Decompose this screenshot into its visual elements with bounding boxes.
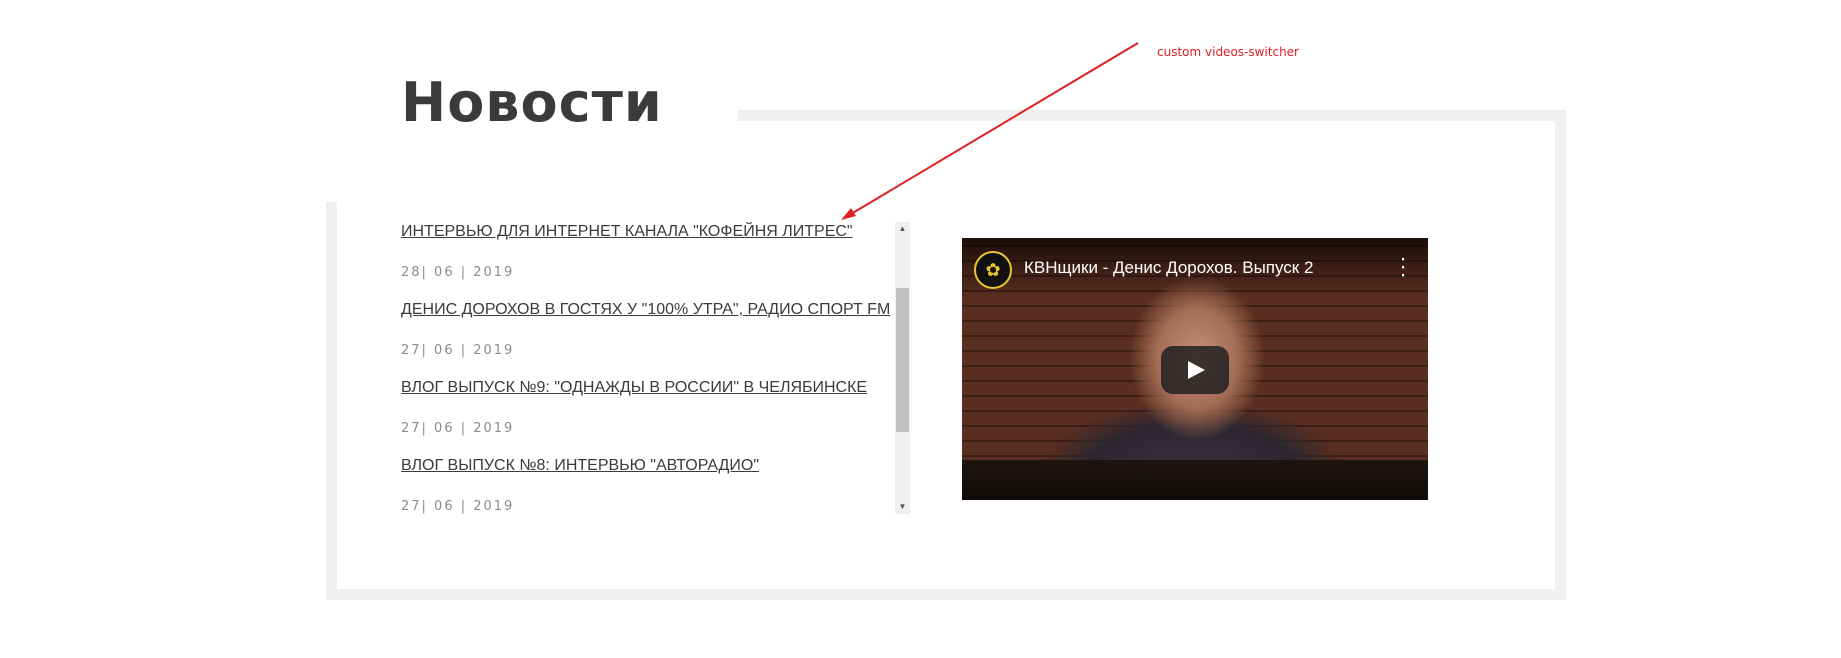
scroll-up-arrow-icon[interactable]: ▲ <box>895 222 910 236</box>
annotation-label: custom videos-switcher <box>1157 45 1299 59</box>
news-link[interactable]: ВЛОГ ВЫПУСК №9: "ОДНАЖДЫ В РОССИИ" В ЧЕЛ… <box>401 378 901 398</box>
video-table-foreground <box>962 460 1428 500</box>
scroll-thumb[interactable] <box>896 288 909 432</box>
list-item: ВЛОГ ВЫПУСК №8: ИНТЕРВЬЮ "АВТОРАДИО" 27|… <box>401 456 901 514</box>
list-item: ИНТЕРВЬЮ ДЛЯ ИНТЕРНЕТ КАНАЛА "КОФЕЙНЯ ЛИ… <box>401 222 901 281</box>
more-vertical-icon[interactable]: ⋅ ⋅ ⋅ <box>1400 250 1406 286</box>
news-date: 27| 06 | 2019 <box>401 421 515 436</box>
news-scrollbar[interactable]: ▲ ▼ <box>895 222 910 514</box>
play-icon[interactable] <box>1161 346 1229 394</box>
news-list[interactable]: ИНТЕРВЬЮ ДЛЯ ИНТЕРНЕТ КАНАЛА "КОФЕЙНЯ ЛИ… <box>401 222 901 514</box>
news-date: 28| 06 | 2019 <box>401 265 515 280</box>
page-title: Новости <box>401 71 663 134</box>
video-player[interactable]: ✿ КВНщики - Денис Дорохов. Выпуск 2 ⋅ ⋅ ⋅ <box>962 238 1428 500</box>
list-item: ДЕНИС ДОРОХОВ В ГОСТЯХ У "100% УТРА", РА… <box>401 300 901 359</box>
news-link[interactable]: ДЕНИС ДОРОХОВ В ГОСТЯХ У "100% УТРА", РА… <box>401 300 901 320</box>
news-date: 27| 06 | 2019 <box>401 499 515 514</box>
list-item: ВЛОГ ВЫПУСК №9: "ОДНАЖДЫ В РОССИИ" В ЧЕЛ… <box>401 378 901 437</box>
news-date: 27| 06 | 2019 <box>401 343 515 358</box>
kvn-channel-logo-icon[interactable]: ✿ <box>974 251 1012 289</box>
video-title[interactable]: КВНщики - Денис Дорохов. Выпуск 2 <box>1024 258 1313 278</box>
news-link[interactable]: ВЛОГ ВЫПУСК №8: ИНТЕРВЬЮ "АВТОРАДИО" <box>401 456 901 476</box>
news-link[interactable]: ИНТЕРВЬЮ ДЛЯ ИНТЕРНЕТ КАНАЛА "КОФЕЙНЯ ЛИ… <box>401 222 901 242</box>
scroll-down-arrow-icon[interactable]: ▼ <box>895 500 910 514</box>
